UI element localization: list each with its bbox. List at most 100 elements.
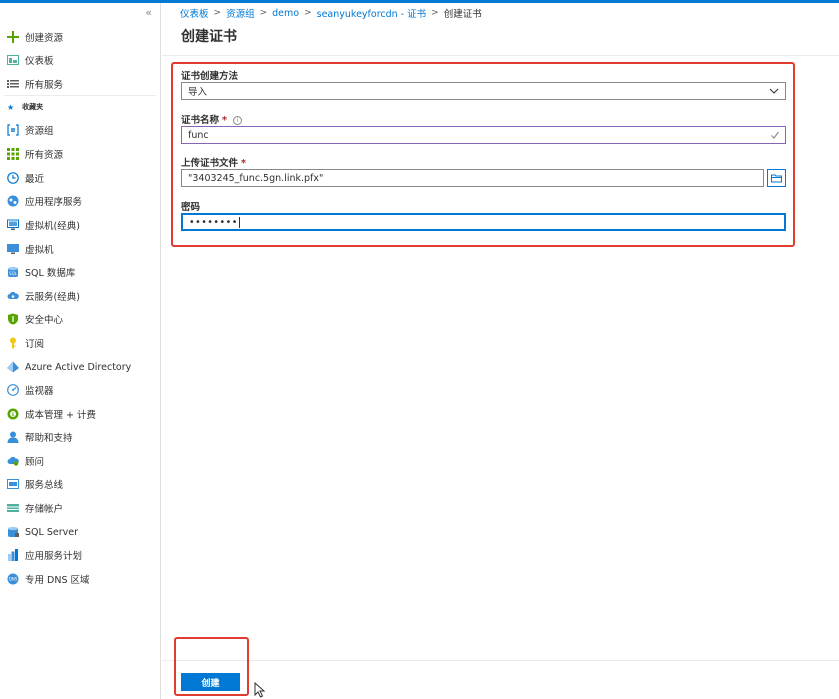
sidebar-item-monitor[interactable]: 监视器 xyxy=(0,379,160,401)
upload-label: 上传证书文件 * xyxy=(181,155,246,169)
name-label: 证书名称 * i xyxy=(181,112,242,126)
monitor-gauge-icon xyxy=(7,384,19,396)
sidebar-item-security-center[interactable]: 安全中心 xyxy=(0,308,160,330)
sql-database-icon: SQL xyxy=(7,266,19,278)
sidebar-item-label: 订阅 xyxy=(25,339,45,350)
plus-icon xyxy=(7,31,19,43)
text-caret xyxy=(238,216,240,228)
checkmark-icon xyxy=(771,131,779,139)
key-icon xyxy=(7,337,19,349)
password-label: 密码 xyxy=(181,199,200,213)
password-input[interactable]: •••••••• xyxy=(181,213,786,231)
app-service-icon xyxy=(7,195,19,207)
sidebar-item-all-resources[interactable]: 所有资源 xyxy=(0,143,160,165)
breadcrumb-link-resource-groups[interactable]: 资源组 xyxy=(226,6,255,20)
grid-icon xyxy=(7,148,19,160)
method-label-text: 证书创建方法 xyxy=(181,71,239,82)
left-navigation-sidebar: « 创建资源 仪表板 所有服务 ★ 收藏夹 资源组 所有资源 最近 应用程序服务… xyxy=(0,3,161,699)
sidebar-item-label: 所有服务 xyxy=(25,80,64,91)
sidebar-item-label: 虚拟机(经典) xyxy=(25,221,80,232)
breadcrumb: 仪表板 > 资源组 > demo > seanyukeyforcdn - 证书 … xyxy=(180,6,482,21)
shield-icon xyxy=(7,313,19,325)
sidebar-item-help-support[interactable]: 帮助和支持 xyxy=(0,426,160,448)
sidebar-item-label: 应用程序服务 xyxy=(25,197,83,208)
certificate-file-value: "3403245_func.5gn.link.pfx" xyxy=(188,172,324,184)
sidebar-item-create-resource[interactable]: 创建资源 xyxy=(0,26,160,48)
sidebar-item-storage-accounts[interactable]: 存储帐户 xyxy=(0,497,160,519)
sidebar-item-label: 成本管理 + 计费 xyxy=(25,410,96,421)
collapse-sidebar-button[interactable]: « xyxy=(145,6,152,19)
required-asterisk: * xyxy=(241,158,246,169)
sidebar-item-cost-management[interactable]: $ 成本管理 + 计费 xyxy=(0,403,160,425)
sidebar-item-label: 监视器 xyxy=(25,386,54,397)
sidebar-item-label: 存储帐户 xyxy=(25,504,64,515)
advisor-icon xyxy=(7,455,19,467)
sidebar-item-cloud-services[interactable]: 云服务(经典) xyxy=(0,285,160,307)
vm-classic-icon xyxy=(7,219,19,231)
breadcrumb-current: 创建证书 xyxy=(443,9,482,20)
certificate-name-value: func xyxy=(188,129,209,141)
breadcrumb-link-certificates[interactable]: seanyukeyforcdn - 证书 xyxy=(317,6,427,20)
upload-label-text: 上传证书文件 xyxy=(181,158,239,169)
sidebar-item-azure-ad[interactable]: Azure Active Directory xyxy=(0,356,160,378)
storage-icon xyxy=(7,502,19,514)
sidebar-item-resource-groups[interactable]: 资源组 xyxy=(0,119,160,141)
breadcrumb-link-demo[interactable]: demo xyxy=(272,8,299,19)
sidebar-item-sql-database[interactable]: SQL SQL 数据库 xyxy=(0,261,160,283)
resource-group-icon xyxy=(7,124,19,136)
dropdown-selected-value: 导入 xyxy=(188,87,208,98)
sidebar-item-app-service-plans[interactable]: 应用服务计划 xyxy=(0,544,160,566)
sidebar-item-label: 云服务(经典) xyxy=(25,292,80,303)
required-asterisk: * xyxy=(222,115,227,126)
sidebar-item-label: 最近 xyxy=(25,174,45,185)
sidebar-item-label: 安全中心 xyxy=(25,315,64,326)
folder-icon xyxy=(771,174,782,183)
favorites-label: 收藏夹 xyxy=(22,103,44,111)
favorites-header: ★ 收藏夹 xyxy=(7,102,43,112)
sidebar-item-app-services[interactable]: 应用程序服务 xyxy=(0,190,160,212)
sidebar-item-label: 所有资源 xyxy=(25,150,64,161)
list-icon xyxy=(7,78,19,90)
sidebar-item-all-services[interactable]: 所有服务 xyxy=(0,73,160,95)
chevron-right-icon: > xyxy=(304,8,312,18)
sidebar-item-label: 虚拟机 xyxy=(25,245,54,256)
sidebar-item-vm-classic[interactable]: 虚拟机(经典) xyxy=(0,214,160,236)
aad-icon xyxy=(7,361,19,373)
sidebar-item-service-bus[interactable]: 服务总线 xyxy=(0,473,160,495)
sidebar-item-label: 资源组 xyxy=(25,126,54,137)
sidebar-item-subscriptions[interactable]: 订阅 xyxy=(0,332,160,354)
sidebar-item-vm[interactable]: 虚拟机 xyxy=(0,238,160,260)
svg-text:DNS: DNS xyxy=(9,577,18,582)
password-masked-value: •••••••• xyxy=(189,216,238,228)
sidebar-item-sql-server[interactable]: SQL Server xyxy=(0,521,160,543)
dns-icon: DNS xyxy=(7,573,19,585)
sql-server-icon xyxy=(7,526,19,538)
name-label-text: 证书名称 xyxy=(181,115,220,126)
chevron-right-icon: > xyxy=(213,8,222,18)
help-person-icon xyxy=(7,431,19,443)
creation-method-dropdown[interactable]: 导入 xyxy=(181,82,786,100)
sidebar-item-label: 顾问 xyxy=(25,457,45,468)
breadcrumb-link-dashboard[interactable]: 仪表板 xyxy=(180,6,209,20)
sidebar-divider xyxy=(4,95,156,96)
title-divider xyxy=(162,55,839,56)
vm-icon xyxy=(7,243,19,255)
info-icon[interactable]: i xyxy=(232,116,242,125)
sidebar-item-dashboard[interactable]: 仪表板 xyxy=(0,49,160,71)
browse-file-button[interactable] xyxy=(767,169,786,187)
sidebar-item-label: 创建资源 xyxy=(25,33,64,44)
certificate-file-input[interactable]: "3403245_func.5gn.link.pfx" xyxy=(181,169,764,187)
sidebar-item-label: Azure Active Directory xyxy=(25,361,132,373)
service-bus-icon xyxy=(7,478,19,490)
create-button[interactable]: 创建 xyxy=(181,673,240,691)
certificate-name-input[interactable]: func xyxy=(181,126,786,144)
sidebar-item-label: 服务总线 xyxy=(25,480,64,491)
chevron-right-icon: > xyxy=(259,8,268,18)
chevron-down-icon xyxy=(769,88,779,94)
sidebar-item-label: SQL Server xyxy=(25,526,78,538)
sidebar-item-private-dns[interactable]: DNS 专用 DNS 区域 xyxy=(0,568,160,590)
sidebar-item-advisor[interactable]: 顾问 xyxy=(0,450,160,472)
sidebar-item-label: 专用 DNS 区域 xyxy=(25,575,90,586)
sidebar-item-recent[interactable]: 最近 xyxy=(0,167,160,189)
svg-text:SQL: SQL xyxy=(9,271,18,276)
